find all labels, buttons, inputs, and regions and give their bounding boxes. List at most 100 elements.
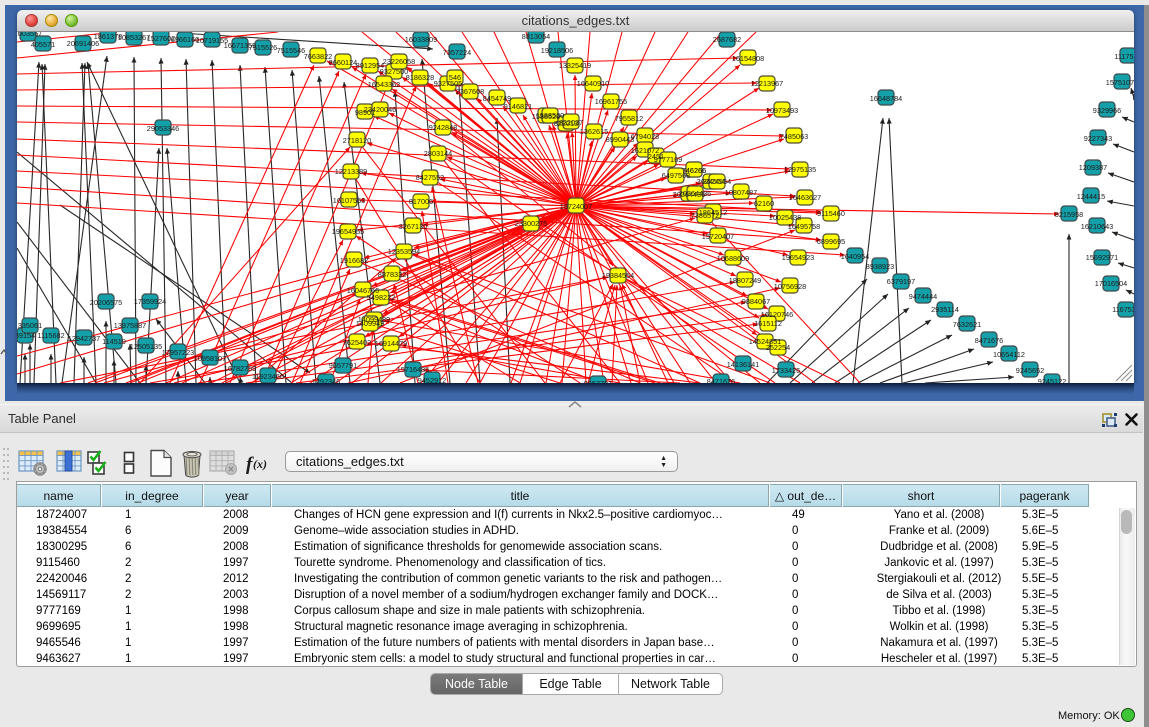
svg-text:15751074: 15751074 xyxy=(1106,78,1134,87)
svg-text:8878332: 8878332 xyxy=(378,270,406,279)
svg-text:14136141: 14136141 xyxy=(727,360,759,369)
svg-text:16120746: 16120746 xyxy=(761,310,793,319)
svg-text:9329966: 9329966 xyxy=(1093,106,1121,115)
svg-text:9777169: 9777169 xyxy=(654,155,682,164)
svg-text:1733426: 1733426 xyxy=(772,366,800,375)
svg-text:16210643: 16210643 xyxy=(1081,222,1113,231)
svg-text:10853267: 10853267 xyxy=(118,33,150,42)
svg-text:10654112: 10654112 xyxy=(993,350,1025,359)
svg-text:10973493: 10973493 xyxy=(766,106,798,115)
svg-text:16033809: 16033809 xyxy=(405,35,437,44)
svg-text:9474444: 9474444 xyxy=(909,292,937,301)
svg-text:17359924: 17359924 xyxy=(134,297,166,306)
svg-text:9452912: 9452912 xyxy=(418,376,446,383)
svg-text:16640910: 16640910 xyxy=(577,79,609,88)
svg-text:7515526: 7515526 xyxy=(249,43,277,52)
svg-text:8813054: 8813054 xyxy=(522,32,550,41)
svg-text:16961755: 16961755 xyxy=(595,97,627,106)
svg-text:9657791: 9657791 xyxy=(329,361,357,370)
svg-text:2803144: 2803144 xyxy=(424,149,452,158)
svg-text:10958107: 10958107 xyxy=(194,354,226,363)
svg-text:16107553: 16107553 xyxy=(333,196,365,205)
svg-text:1209387: 1209387 xyxy=(1079,163,1107,172)
svg-text:17016504: 17016504 xyxy=(1095,279,1127,288)
svg-text:2687682: 2687682 xyxy=(713,35,741,44)
svg-text:405571: 405571 xyxy=(31,40,55,49)
svg-text:9227343: 9227343 xyxy=(1084,134,1112,143)
svg-text:19384554: 19384554 xyxy=(602,271,634,280)
svg-text:335061: 335061 xyxy=(18,321,42,330)
svg-text:822037: 822037 xyxy=(559,118,583,127)
svg-text:9115460: 9115460 xyxy=(817,209,845,218)
svg-text:1916682: 1916682 xyxy=(340,256,368,265)
svg-text:16495758: 16495758 xyxy=(788,222,820,231)
svg-text:1615112: 1615112 xyxy=(754,319,782,328)
svg-text:1115682: 1115682 xyxy=(37,331,64,340)
svg-text:2718120: 2718120 xyxy=(343,136,371,145)
svg-text:8938923: 8938923 xyxy=(866,262,894,271)
svg-text:1117531: 1117531 xyxy=(1114,52,1134,61)
svg-text:13975887: 13975887 xyxy=(114,321,146,330)
svg-text:7632621: 7632621 xyxy=(953,320,981,329)
svg-text:12942737: 12942737 xyxy=(68,334,100,343)
svg-text:1409949: 1409949 xyxy=(356,319,384,328)
svg-text:62160: 62160 xyxy=(754,199,774,208)
svg-text:18807249: 18807249 xyxy=(729,276,761,285)
svg-text:9884067: 9884067 xyxy=(742,297,770,306)
svg-text:252254: 252254 xyxy=(766,343,790,352)
svg-text:1640954: 1640954 xyxy=(841,252,869,261)
svg-text:7357224: 7357224 xyxy=(443,48,471,57)
svg-text:9146821: 9146821 xyxy=(504,102,532,111)
svg-text:6899695: 6899695 xyxy=(817,237,845,246)
svg-text:8471676: 8471676 xyxy=(707,377,735,383)
svg-text:9245122: 9245122 xyxy=(1038,377,1066,383)
svg-text:6794028: 6794028 xyxy=(631,132,659,141)
svg-text:1003557: 1003557 xyxy=(17,32,42,38)
svg-text:15692971: 15692971 xyxy=(1086,253,1118,262)
svg-text:12213967: 12213967 xyxy=(751,79,783,88)
svg-text:7485063: 7485063 xyxy=(780,132,808,141)
svg-text:1292346: 1292346 xyxy=(312,377,340,383)
svg-text:114519: 114519 xyxy=(102,337,126,346)
svg-text:16914479: 16914479 xyxy=(375,339,407,348)
svg-text:3624554: 3624554 xyxy=(703,177,731,186)
svg-text:16463627: 16463627 xyxy=(789,193,821,202)
svg-text:11923466: 11923466 xyxy=(252,372,284,381)
svg-text:10688609: 10688609 xyxy=(717,254,749,263)
svg-text:16543362: 16543362 xyxy=(368,80,400,89)
svg-text:9327500: 9327500 xyxy=(380,67,408,76)
svg-text:23226058: 23226058 xyxy=(383,57,415,66)
svg-text:3267130: 3267130 xyxy=(399,222,427,231)
svg-text:15716485: 15716485 xyxy=(397,365,429,374)
svg-text:9657791: 9657791 xyxy=(584,379,612,383)
svg-text:6379197: 6379197 xyxy=(887,277,915,286)
svg-text:2935114: 2935114 xyxy=(931,305,959,314)
svg-text:10807487: 10807487 xyxy=(725,188,757,197)
svg-text:8186328: 8186328 xyxy=(406,73,434,82)
svg-text:7955812: 7955812 xyxy=(615,114,643,123)
svg-text:12353594: 12353594 xyxy=(388,247,420,256)
svg-text:23420046: 23420046 xyxy=(364,105,396,114)
svg-text:7515546: 7515546 xyxy=(277,46,305,55)
svg-text:19654923: 19654923 xyxy=(782,253,814,262)
svg-text:9245652: 9245652 xyxy=(1016,366,1044,375)
svg-text:16648784: 16648784 xyxy=(870,94,902,103)
svg-text:17957223: 17957223 xyxy=(162,348,194,357)
svg-text:19654955: 19654955 xyxy=(332,227,364,236)
svg-text:2367608: 2367608 xyxy=(456,87,484,96)
svg-text:19218506: 19218506 xyxy=(541,46,573,55)
svg-text:8471676: 8471676 xyxy=(975,336,1003,345)
svg-text:12505135: 12505135 xyxy=(130,342,162,351)
svg-text:10756928: 10756928 xyxy=(774,282,806,291)
svg-text:29053346: 29053346 xyxy=(147,124,179,133)
svg-text:1167531: 1167531 xyxy=(1112,305,1134,314)
svg-text:9242848: 9242848 xyxy=(429,123,457,132)
svg-text:546: 546 xyxy=(449,73,461,82)
svg-text:8427552: 8427552 xyxy=(416,173,444,182)
svg-text:39154: 39154 xyxy=(17,331,35,340)
svg-text:20206575: 20206575 xyxy=(90,298,122,307)
svg-text:23300275: 23300275 xyxy=(515,219,547,228)
svg-text:20364436: 20364436 xyxy=(679,189,711,198)
svg-text:5498222: 5498222 xyxy=(367,293,395,302)
svg-text:8660124: 8660124 xyxy=(329,58,357,67)
